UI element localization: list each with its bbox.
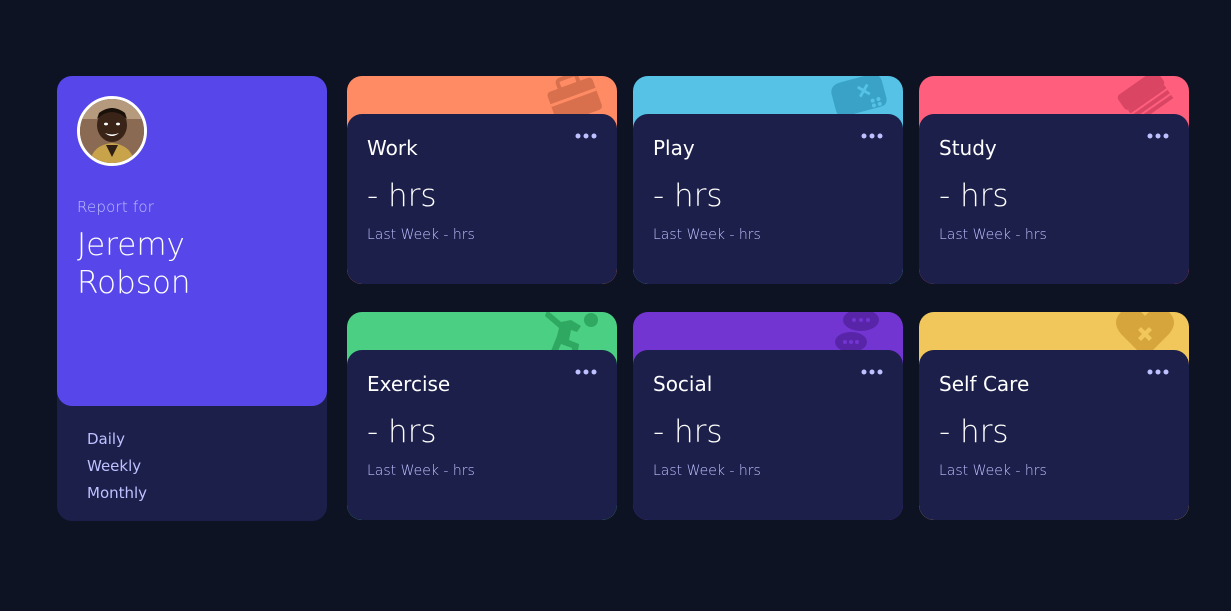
- time-tracking-dashboard: Report for Jeremy Robson Daily Weekly Mo…: [57, 76, 1189, 521]
- card-body: Work - hrs Last Week - hrs: [347, 114, 617, 284]
- card-body: Self Care - hrs Last Week - hrs: [919, 350, 1189, 520]
- card-title: Play: [653, 136, 695, 160]
- activity-card-study: Study - hrs Last Week - hrs: [919, 76, 1189, 284]
- current-hours: - hrs: [653, 414, 723, 450]
- period-daily[interactable]: Daily: [87, 426, 147, 453]
- activity-card-social: Social - hrs Last Week - hrs: [633, 312, 903, 520]
- current-hours: - hrs: [367, 178, 437, 214]
- current-hours: - hrs: [367, 414, 437, 450]
- previous-hours: Last Week - hrs: [367, 463, 475, 479]
- activity-card-exercise: Exercise - hrs Last Week - hrs: [347, 312, 617, 520]
- ellipsis-icon[interactable]: [1147, 130, 1169, 142]
- card-title: Work: [367, 136, 418, 160]
- ellipsis-icon[interactable]: [861, 366, 883, 378]
- activity-card-play: Play - hrs Last Week - hrs: [633, 76, 903, 284]
- period-selector: Daily Weekly Monthly: [87, 426, 147, 507]
- card-title: Study: [939, 136, 997, 160]
- current-hours: - hrs: [939, 178, 1009, 214]
- profile-header: Report for Jeremy Robson: [57, 76, 327, 406]
- previous-hours: Last Week - hrs: [939, 227, 1047, 243]
- avatar: [77, 96, 147, 166]
- report-for-label: Report for: [77, 198, 155, 216]
- card-title: Exercise: [367, 372, 451, 396]
- ellipsis-icon[interactable]: [861, 130, 883, 142]
- ellipsis-icon[interactable]: [575, 366, 597, 378]
- previous-hours: Last Week - hrs: [939, 463, 1047, 479]
- profile-card: Report for Jeremy Robson Daily Weekly Mo…: [57, 76, 327, 521]
- card-body: Exercise - hrs Last Week - hrs: [347, 350, 617, 520]
- period-monthly[interactable]: Monthly: [87, 480, 147, 507]
- current-hours: - hrs: [939, 414, 1009, 450]
- user-avatar-icon: [80, 99, 144, 163]
- current-hours: - hrs: [653, 178, 723, 214]
- user-name: Jeremy Robson: [77, 227, 191, 301]
- activity-card-work: Work - hrs Last Week - hrs: [347, 76, 617, 284]
- activity-card-self-care: Self Care - hrs Last Week - hrs: [919, 312, 1189, 520]
- previous-hours: Last Week - hrs: [367, 227, 475, 243]
- card-title: Social: [653, 372, 713, 396]
- ellipsis-icon[interactable]: [1147, 366, 1169, 378]
- ellipsis-icon[interactable]: [575, 130, 597, 142]
- card-body: Social - hrs Last Week - hrs: [633, 350, 903, 520]
- period-weekly[interactable]: Weekly: [87, 453, 147, 480]
- card-body: Study - hrs Last Week - hrs: [919, 114, 1189, 284]
- previous-hours: Last Week - hrs: [653, 463, 761, 479]
- card-body: Play - hrs Last Week - hrs: [633, 114, 903, 284]
- previous-hours: Last Week - hrs: [653, 227, 761, 243]
- card-title: Self Care: [939, 372, 1030, 396]
